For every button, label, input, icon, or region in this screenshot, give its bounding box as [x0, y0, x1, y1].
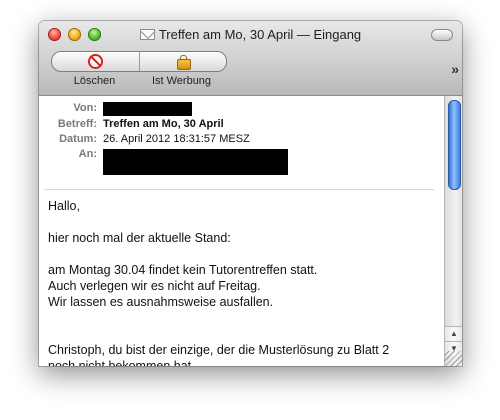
window-title-wrap: Treffen am Mo, 30 April — Eingang [39, 27, 462, 42]
envelope-icon [139, 29, 155, 40]
scroll-thumb[interactable] [448, 100, 461, 190]
body-line: Wir lassen es ausnahmsweise ausfallen. [48, 295, 274, 309]
subject-value: Treffen am Mo, 30 April [103, 118, 224, 130]
title-bar: Treffen am Mo, 30 April — Eingang Lösche… [39, 21, 462, 96]
scroll-up-arrow-icon[interactable]: ▲ [445, 326, 462, 341]
body-line: noch nicht bekommen hat, [48, 359, 195, 366]
message-body: Hallo, hier noch mal der aktuelle Stand:… [48, 198, 433, 366]
resize-grip-icon[interactable] [444, 351, 462, 366]
to-label: An: [78, 148, 97, 160]
redacted-recipients [103, 149, 288, 175]
date-label: Datum: [59, 133, 97, 145]
body-line: Hallo, [48, 199, 80, 213]
from-label: Von: [73, 102, 97, 114]
header-separator [44, 189, 434, 190]
message-content: Von: Betreff: Treffen am Mo, 30 April Da… [39, 96, 444, 366]
delete-button-label[interactable]: Löschen [51, 75, 138, 87]
mail-window: Treffen am Mo, 30 April — Eingang Lösche… [39, 21, 462, 366]
date-value: 26. April 2012 18:31:57 MESZ [103, 133, 250, 145]
delete-button[interactable] [52, 52, 140, 71]
redacted-sender [103, 102, 192, 116]
delete-icon [88, 54, 103, 69]
subject-label: Betreff: [57, 118, 97, 130]
toolbar-button-group [51, 51, 227, 72]
body-line: Auch verlegen wir es nicht auf Freitag. [48, 279, 261, 293]
toolbar-toggle-button[interactable] [431, 29, 453, 41]
vertical-scrollbar[interactable]: ▲ ▼ [444, 96, 462, 366]
window-title: Treffen am Mo, 30 April — Eingang [158, 27, 362, 42]
body-line: hier noch mal der aktuelle Stand: [48, 231, 231, 245]
body-line: Christoph, du bist der einzige, der die … [48, 343, 390, 357]
junk-icon [176, 54, 191, 70]
chevron-double-right-icon[interactable]: » [451, 61, 459, 77]
body-line: am Montag 30.04 findet kein Tutorentreff… [48, 263, 318, 277]
junk-button[interactable] [139, 52, 226, 71]
junk-button-label[interactable]: Ist Werbung [138, 75, 225, 87]
